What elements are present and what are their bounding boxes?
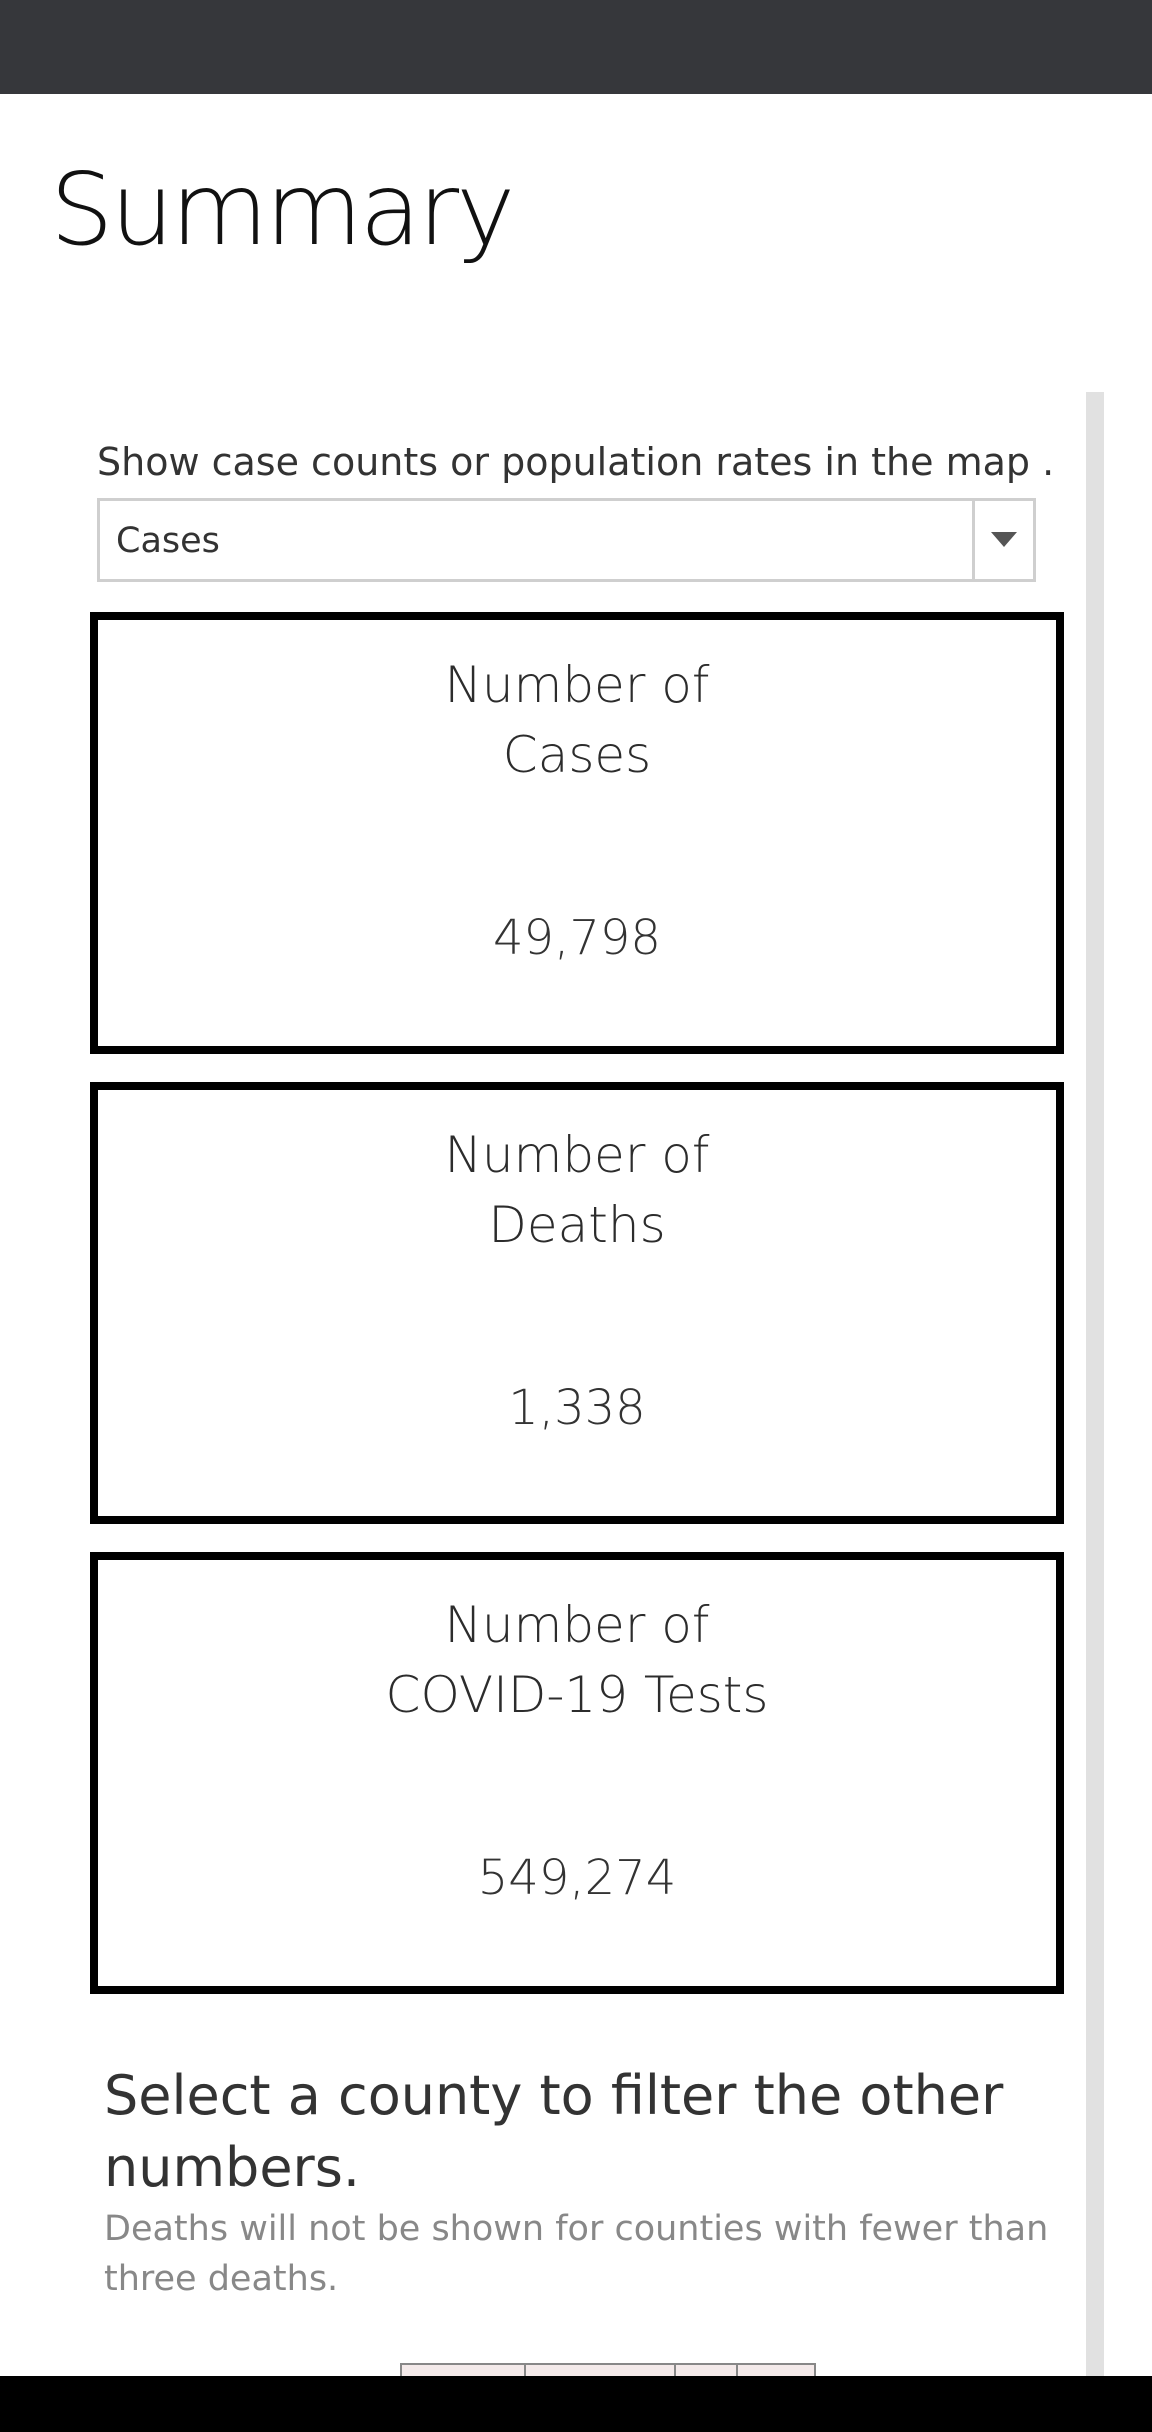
card-title-line2: COVID-19 Tests [385, 1666, 769, 1724]
top-bar [0, 0, 1152, 94]
deaths-card[interactable]: Number of Deaths 1,338 [90, 1082, 1064, 1524]
dropdown-selected-value: Cases [116, 521, 220, 561]
scrollbar[interactable] [1086, 392, 1104, 2382]
card-title-line2: Deaths [488, 1196, 666, 1254]
map-deaths-note: Deaths will not be shown for counties wi… [104, 2209, 1049, 2299]
card-title: Number of COVID-19 Tests [98, 1590, 1056, 1730]
card-title: Number of Deaths [98, 1120, 1056, 1260]
deaths-value: 1,338 [508, 1380, 646, 1436]
card-title-line1: Number of [444, 656, 710, 714]
cases-value: 49,798 [493, 910, 661, 966]
card-title: Number of Cases [98, 650, 1056, 790]
cases-card[interactable]: Number of Cases 49,798 [90, 612, 1064, 1054]
page-title: Summary [50, 151, 515, 268]
tests-card[interactable]: Number of COVID-19 Tests 549,274 [90, 1552, 1064, 1994]
bottom-bar [0, 2376, 1152, 2432]
map-measure-label: Show case counts or population rates in … [97, 440, 1057, 484]
dropdown-toggle-button[interactable] [972, 501, 1033, 579]
tests-value: 549,274 [477, 1850, 677, 1906]
map-instruction-heading: Select a county to filter the other numb… [104, 2064, 1004, 2199]
card-title-line2: Cases [502, 726, 652, 784]
card-title-line1: Number of [444, 1596, 710, 1654]
map-measure-dropdown[interactable]: Cases [97, 498, 1036, 582]
caret-down-icon [991, 532, 1017, 547]
card-title-line1: Number of [444, 1126, 710, 1184]
